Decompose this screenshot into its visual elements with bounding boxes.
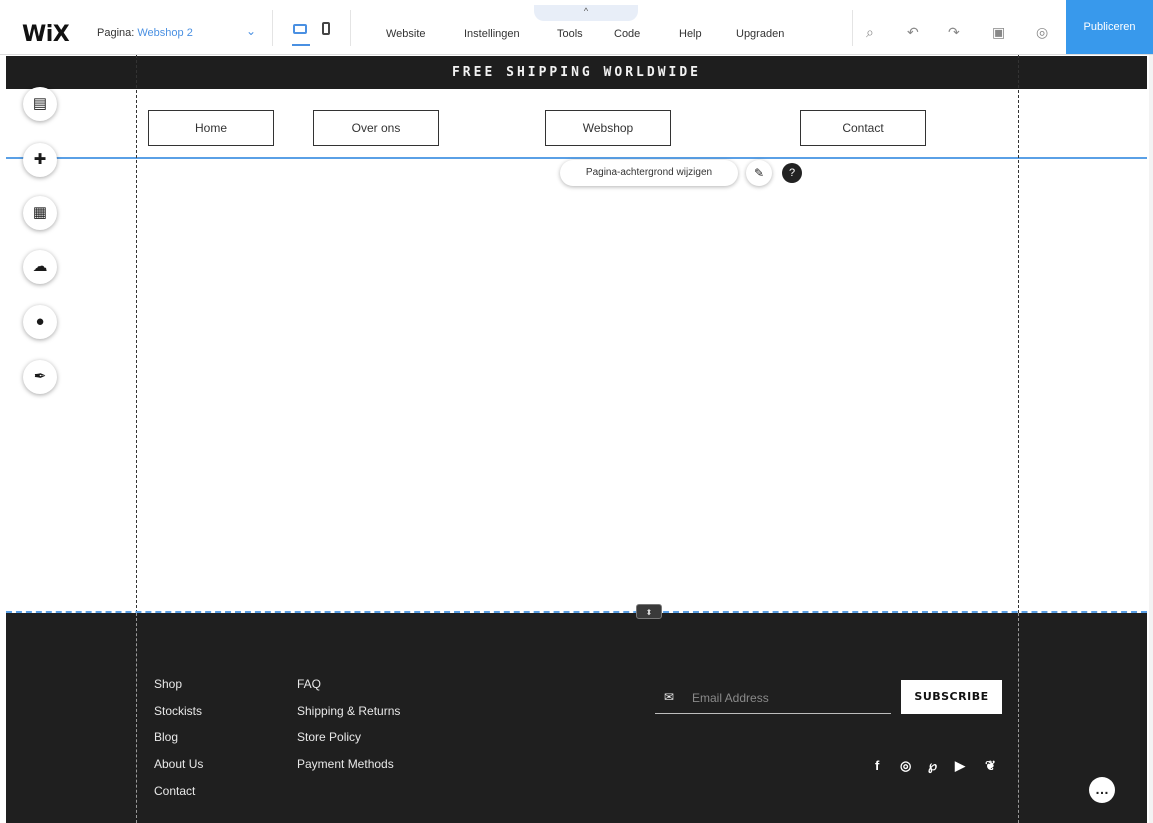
media-upload-icon[interactable]: ☁ [23, 250, 57, 284]
footer-link-shop[interactable]: Shop [154, 677, 182, 691]
footer-left-guide [136, 613, 137, 823]
menu-upgraden[interactable]: Upgraden [736, 28, 784, 40]
subscribe-button[interactable]: SUBSCRIBE [901, 680, 1002, 714]
youtube-icon[interactable]: ▶ [955, 758, 965, 774]
canvas-edge [1149, 55, 1153, 823]
blog-pen-icon[interactable]: ✒ [23, 360, 57, 394]
chat-bubble-icon[interactable]: … [1089, 777, 1115, 803]
publish-button[interactable]: Publiceren [1066, 0, 1153, 54]
email-underline [655, 713, 891, 714]
nav-over-ons-button[interactable]: Over ons [313, 110, 439, 146]
nav-webshop-button[interactable]: Webshop [545, 110, 671, 146]
page-selector-value: Webshop 2 [137, 27, 193, 39]
footer-link-contact[interactable]: Contact [154, 784, 195, 798]
footer-link-shipping-returns[interactable]: Shipping & Returns [297, 704, 400, 718]
footer-link-store-policy[interactable]: Store Policy [297, 730, 361, 744]
change-page-background-button[interactable]: Pagina-achtergrond wijzigen [560, 160, 738, 186]
menu-code[interactable]: Code [614, 28, 640, 40]
preview-icon[interactable]: ◎ [1036, 24, 1048, 41]
mobile-view-icon[interactable] [322, 22, 330, 35]
email-input[interactable] [692, 688, 882, 708]
pinterest-icon[interactable]: ℘ [928, 758, 937, 774]
divider [350, 10, 351, 46]
menu-help[interactable]: Help [679, 28, 702, 40]
divider [852, 10, 853, 46]
footer-link-blog[interactable]: Blog [154, 730, 178, 744]
desktop-view-active-indicator [292, 44, 310, 46]
footer-link-stockists[interactable]: Stockists [154, 704, 202, 718]
menu-website[interactable]: Website [386, 28, 426, 40]
page-selector[interactable]: Pagina: Webshop 2 [97, 27, 193, 39]
nav-home-button[interactable]: Home [148, 110, 274, 146]
footer-link-about-us[interactable]: About Us [154, 757, 203, 771]
editor-topbar: WiX Pagina: Webshop 2 ⌄ ^ Website Instel… [0, 0, 1153, 55]
edit-pen-icon[interactable]: ✎ [746, 160, 772, 186]
toolbar-toggle-tab[interactable]: ^ [534, 5, 638, 21]
help-icon[interactable]: ? [782, 163, 802, 183]
instagram-icon[interactable]: ◎ [900, 758, 911, 774]
facebook-icon[interactable]: f [875, 758, 879, 773]
header-boundary-line [6, 157, 1147, 159]
footer-link-faq[interactable]: FAQ [297, 677, 321, 691]
footer-link-payment-methods[interactable]: Payment Methods [297, 757, 394, 771]
add-element-icon[interactable]: ✚ [23, 143, 57, 177]
desktop-view-icon[interactable] [293, 24, 307, 34]
zoom-icon[interactable]: ⌕ [866, 24, 874, 41]
chevron-down-icon[interactable]: ⌄ [246, 24, 256, 38]
email-icon: ✉ [664, 690, 675, 704]
page-selector-label: Pagina: [97, 27, 135, 39]
chat-icon[interactable]: ● [23, 305, 57, 339]
twitter-icon[interactable]: ❦ [985, 758, 996, 774]
pages-menu-icon[interactable]: ▤ [23, 87, 57, 121]
shipping-banner[interactable]: FREE SHIPPING WORLDWIDE [6, 56, 1147, 89]
menu-tools[interactable]: Tools [557, 28, 583, 40]
add-apps-icon[interactable]: ▦ [23, 196, 57, 230]
undo-icon[interactable]: ↶ [907, 24, 919, 41]
menu-instellingen[interactable]: Instellingen [464, 28, 520, 40]
redo-icon[interactable]: ↷ [948, 24, 960, 41]
footer-stretch-handle-icon[interactable]: ⬍ [636, 604, 662, 619]
save-icon[interactable]: ▣ [992, 24, 1005, 41]
wix-logo[interactable]: WiX [22, 22, 70, 47]
nav-contact-button[interactable]: Contact [800, 110, 926, 146]
footer-boundary-line [6, 611, 1147, 613]
divider [272, 10, 273, 46]
footer-right-guide [1018, 613, 1019, 823]
